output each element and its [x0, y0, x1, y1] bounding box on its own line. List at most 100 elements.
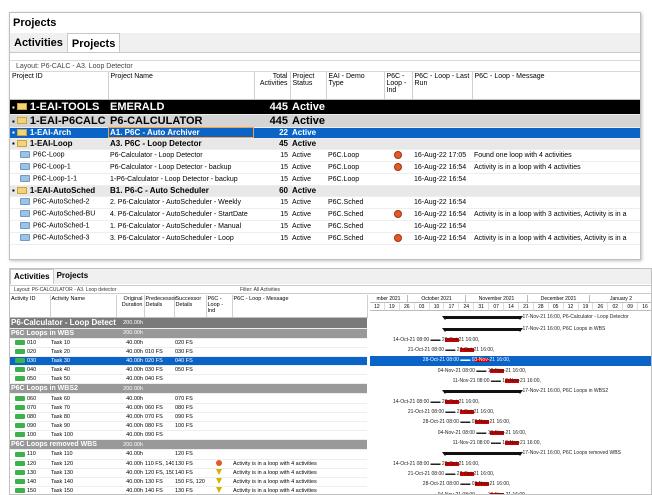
gantt-row[interactable]: 28-Oct-21 08:00 ▬▬ 03-Nov-21 16:00,	[370, 356, 651, 366]
bottom-tab-projects[interactable]: Projects	[54, 269, 92, 284]
activity-row[interactable]: 030 Task 30 40.00h 020 FS 040 FS	[10, 356, 367, 367]
wbs-duration: 200.00h	[116, 317, 144, 329]
activity-row[interactable]: 110 Task 110 40.00h 120 FS	[10, 449, 367, 460]
activity-row[interactable]: 130 Task 130 40.00h 120 FS, 150 140 FS Activi…	[10, 468, 367, 478]
project-row[interactable]: P6C-AutoSched-3 3. P6-Calculator - AutoSc…	[10, 232, 640, 245]
gantt-row[interactable]: 21-Oct-21 08:00 ▬▬ 27-Oct-21 16:00,	[370, 408, 651, 417]
gantt-row[interactable]: 14-Oct-21 08:00 ▬▬ 20-Oct-21 16:00,	[370, 460, 651, 469]
activity-row[interactable]: 150 Task 150 40.00h 140 FS 130 FS Activity is…	[10, 486, 367, 494]
gantt-row[interactable]: 14-Oct-21 08:00 ▬▬ 20-Oct-21 16:00,	[370, 336, 651, 345]
activity-icon	[15, 460, 25, 466]
wbs-row[interactable]: P6C Loops in WBS2 200.00h	[10, 383, 367, 395]
gantt-row[interactable]: 28-Oct-21 08:00 ▬▬ 03-Nov-21 16:00,	[370, 418, 651, 427]
wbs-row[interactable]: P6C Loops removed WBS 200.00h	[10, 439, 367, 451]
activity-row[interactable]: 120 Task 120 40.00h 110 FS, 140 130 FS Activi…	[10, 459, 367, 469]
cell-succ: 080 FS	[174, 403, 206, 413]
collapse-icon[interactable]: ▪	[12, 139, 15, 148]
wbs-row[interactable]: P6C Loops in WBS 200.00h	[10, 328, 367, 339]
activity-row[interactable]: 020 Task 20 40.00h 010 FS 030 FS	[10, 347, 367, 357]
activity-row[interactable]: 050 Task 50 40.00h 040 FS	[10, 374, 367, 385]
cell-pred: 080 FS	[144, 421, 174, 432]
cell-id: 030	[10, 356, 50, 367]
col-bottom-loop-ind[interactable]: P6C - Loop - Ind	[206, 295, 233, 318]
col-total-activities[interactable]: Total Activities	[254, 72, 291, 100]
summary-bar[interactable]	[445, 328, 520, 331]
bottom-tab-activities[interactable]: Activities	[10, 269, 54, 284]
project-row[interactable]: P6C-AutoSched-2 2. P6-Calculator - AutoSc…	[10, 196, 640, 209]
cell-name: 4. P6-Calculator - AutoScheduler - Start…	[108, 208, 254, 221]
activity-row[interactable]: 140 Task 140 40.00h 130 FS 150 FS, 120 Activi…	[10, 477, 367, 488]
gantt-row[interactable]: 14-Oct-21 08:00 ▬▬ 20-Oct-21 16:00,	[370, 398, 651, 407]
gantt-row[interactable]: 04-Nov-21 08:00 ▬▬ 10-Nov-21 16:00,	[370, 429, 651, 438]
project-row[interactable]: P6C-AutoSched-BU 4. P6-Calculator - AutoS…	[10, 208, 640, 221]
gantt-row[interactable]: 28-Oct-21 08:00 ▬▬ 03-Nov-21 16:00,	[370, 480, 651, 489]
col-loop-message[interactable]: P6C - Loop - Message	[472, 72, 640, 100]
project-row[interactable]: ▪ 1-EAI-AutoSched B1. P6-C - Auto Schedule…	[10, 185, 640, 197]
gantt-row[interactable]: 17-Nov-21 16:00, P6-Calculator - Loop De…	[370, 313, 651, 324]
wbs-duration: 200.00h	[116, 328, 144, 339]
collapse-icon[interactable]: ▪	[12, 117, 15, 126]
activity-icon	[15, 432, 25, 438]
gantt-bar-label: 17-Nov-21 16:00, P6-Calculator - Loop De…	[522, 314, 629, 320]
empty-cell	[232, 383, 367, 395]
project-row[interactable]: ▪ 1-EAI-P6CALC P6-CALCULATOR 445 Active	[10, 114, 640, 128]
gantt-row[interactable]: 17-Nov-21 16:00, P6C Loops in WBS2	[370, 387, 651, 397]
cell-dur: 40.00h	[116, 347, 144, 357]
empty-cell	[206, 328, 232, 339]
activity-row[interactable]: 040 Task 40 40.00h 030 FS 050 FS	[10, 365, 367, 376]
col-loop-last-run[interactable]: P6C - Loop - Last Run	[412, 72, 473, 100]
project-row[interactable]: ▪ 1-EAI-Loop A3. P6C - Loop Detector 45 Acti…	[10, 138, 640, 150]
gantt-row[interactable]: 04-Nov-21 08:00 ▬▬ 10-Nov-21 16:00,	[370, 491, 651, 494]
cell-demo: P6C.Sched	[326, 232, 384, 245]
col-project-name[interactable]: Project Name	[108, 72, 255, 100]
col-successor-details[interactable]: Successor Details	[174, 295, 207, 318]
timescale-day: 24	[459, 303, 475, 311]
gantt-row[interactable]: 11-Nov-21 08:00 ▬▬ 17-Nov-21 16:00,	[370, 439, 651, 448]
gantt-row[interactable]: 21-Oct-21 08:00 ▬▬ 27-Oct-21 16:00,	[370, 470, 651, 479]
layout-bar[interactable]: Layout: P6-CALC - A3. Loop Detector	[10, 60, 640, 72]
gantt-row[interactable]: 04-Nov-21 08:00 ▬▬ 10-Nov-21 16:00,	[370, 367, 651, 376]
project-row[interactable]: P6C-AutoSched-1 1. P6-Calculator - AutoSc…	[10, 220, 640, 233]
project-row[interactable]: ▪ 1-EAI-Arch A1. P6C - Auto Archiver 22 Acti…	[10, 127, 640, 139]
gantt-row[interactable]: 21-Oct-21 08:00 ▬▬ 27-Oct-21 16:00,	[370, 346, 651, 355]
col-loop-ind[interactable]: P6C - Loop - Ind	[384, 72, 413, 100]
tab-activities[interactable]: Activities	[10, 33, 67, 52]
summary-bar[interactable]	[445, 316, 520, 319]
cell-ind	[384, 173, 412, 186]
cell-run: 16-Aug-22 16:54	[412, 173, 472, 186]
gantt-row[interactable]: 17-Nov-21 16:00, P6C Loops in WBS	[370, 325, 651, 335]
eps-folder-icon	[16, 117, 27, 125]
summary-bar[interactable]	[445, 390, 520, 393]
col-demo-type[interactable]: EAI - Demo Type	[326, 72, 385, 100]
activity-icon	[15, 358, 25, 364]
project-folder-icon	[20, 151, 30, 159]
bottom-layout-bar[interactable]: Layout: P6-CALCULATOR - A3. Loop detecto…	[10, 285, 651, 294]
col-predecessor-details[interactable]: Predecessor Details	[144, 295, 176, 318]
activity-row[interactable]: 070 Task 70 40.00h 060 FS 080 FS	[10, 403, 367, 413]
col-project-id[interactable]: Project ID	[10, 72, 109, 100]
project-row[interactable]: P6C-Loop-1 P6-Calculator - Loop Detector …	[10, 161, 640, 174]
activity-row[interactable]: 100 Task 100 40.00h 090 FS	[10, 430, 367, 441]
col-activity-name[interactable]: Activity Name	[50, 295, 117, 318]
col-original-duration[interactable]: Original Duration	[116, 295, 145, 318]
cell-id: 140	[10, 477, 50, 488]
tab-projects[interactable]: Projects	[66, 33, 121, 52]
gantt-row[interactable]: 17-Nov-21 16:00, P6C Loops removed WBS	[370, 449, 651, 459]
wbs-row[interactable]: P6-Calculator - Loop Detector 200.00h	[10, 317, 367, 329]
project-row[interactable]: P6C-Loop-1-1 1-P6-Calculator - Loop Detec…	[10, 173, 640, 186]
col-activity-id[interactable]: Activity ID	[10, 295, 51, 318]
project-row[interactable]: P6C-Loop P6-Calculator - Loop Detector 15 A…	[10, 149, 640, 162]
col-bottom-loop-message[interactable]: P6C - Loop - Message	[232, 295, 368, 318]
activity-row[interactable]: 060 Task 60 40.00h 070 FS	[10, 393, 367, 404]
collapse-icon[interactable]: ▪	[12, 103, 15, 112]
project-row[interactable]: ▪ 1-EAI-TOOLS EMERALD 445 Active	[10, 99, 640, 115]
activity-row[interactable]: 080 Task 80 40.00h 070 FS 090 FS	[10, 412, 367, 423]
collapse-icon[interactable]: ▪	[12, 128, 15, 137]
collapse-icon[interactable]: ▪	[12, 186, 15, 195]
activity-row[interactable]: 090 Task 90 40.00h 080 FS 100 FS	[10, 421, 367, 432]
activity-row[interactable]: 010 Task 10 40.00h 020 FS	[10, 338, 367, 348]
gantt-row[interactable]: 11-Nov-21 08:00 ▬▬ 17-Nov-21 16:00,	[370, 377, 651, 386]
gantt-chart[interactable]: mber 2021 October 2021 November 2021 Decemb…	[370, 295, 651, 494]
col-project-status[interactable]: Project Status	[290, 72, 327, 100]
summary-bar[interactable]	[445, 452, 520, 455]
